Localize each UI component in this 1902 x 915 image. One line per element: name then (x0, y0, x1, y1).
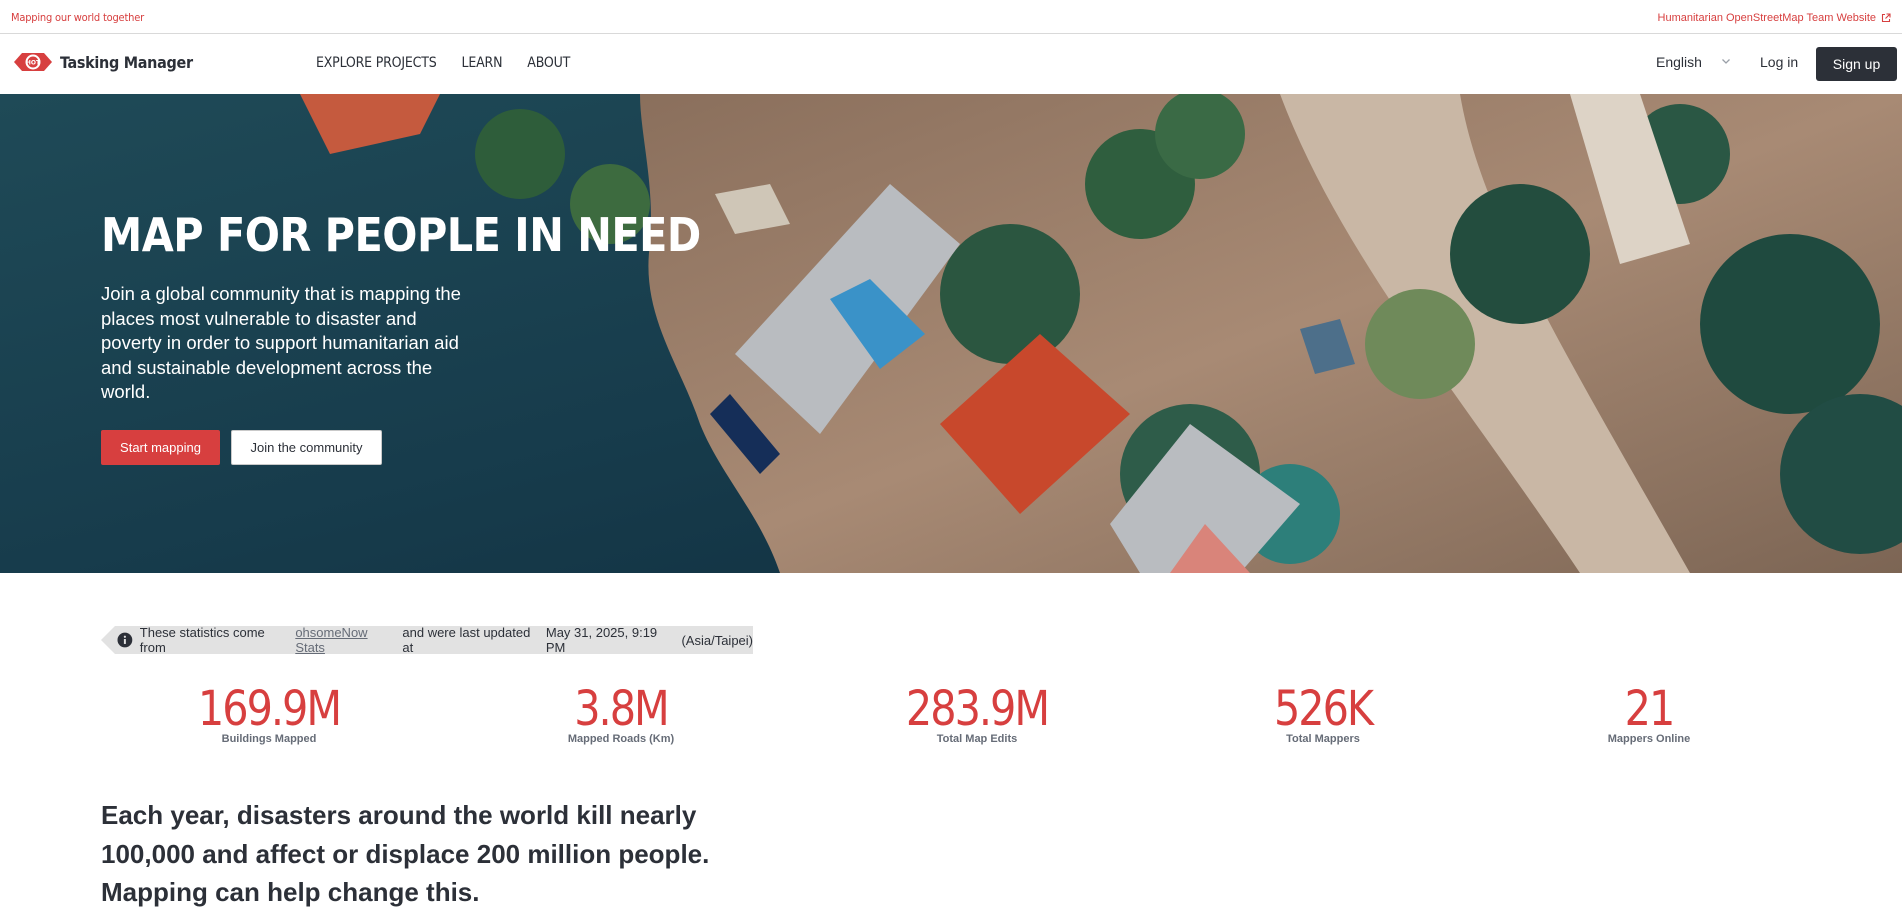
nav-explore-projects[interactable]: EXPLORE PROJECTS (316, 55, 437, 71)
stat-buildings-mapped: 169.9M Buildings Mapped (169, 679, 369, 745)
logo-link[interactable]: HOT Tasking Manager (12, 49, 193, 75)
start-mapping-button[interactable]: Start mapping (101, 430, 220, 465)
stat-value: 21 (1624, 679, 1676, 737)
hot-logo-icon: HOT (14, 53, 52, 71)
chevron-down-icon (1722, 59, 1730, 64)
stat-value: 169.9M (197, 679, 342, 737)
nav-about[interactable]: ABOUT (527, 55, 570, 71)
tagline: Mapping our world together (11, 11, 144, 24)
stat-value: 526K (1273, 679, 1374, 737)
brand-name: Tasking Manager (60, 52, 193, 72)
main-navbar: HOT Tasking Manager EXPLORE PROJECTS LEA… (0, 34, 1902, 94)
mission-statement: Each year, disasters around the world ki… (101, 800, 710, 907)
primary-menu: EXPLORE PROJECTS LEARN ABOUT (316, 55, 570, 71)
login-link[interactable]: Log in (1760, 54, 1798, 70)
stat-total-mappers: 526K Total Mappers (1223, 679, 1423, 745)
stats-note-middle: and were last updated at (402, 625, 531, 655)
stats-source-banner: These statistics come from ohsomeNow Sta… (101, 626, 753, 654)
nav-learn[interactable]: LEARN (462, 55, 503, 71)
stat-roads-mapped: 3.8M Mapped Roads (Km) (521, 679, 721, 745)
stats-updated-date: May 31, 2025, 9:19 PM (545, 625, 658, 655)
stat-mappers-online: 21 Mappers Online (1549, 679, 1749, 745)
stat-value: 283.9M (905, 679, 1050, 737)
logo-text: HOT (26, 60, 41, 67)
stat-value: 3.8M (574, 679, 670, 737)
hot-website-link[interactable]: Humanitarian OpenStreetMap Team Website (1658, 12, 1876, 24)
signup-button[interactable]: Sign up (1816, 47, 1897, 81)
language-selector[interactable]: English (1656, 54, 1730, 70)
hero-section: MAP FOR PEOPLE IN NEED Join a global com… (0, 94, 1902, 573)
stats-timezone: (Asia/Taipei) (681, 632, 753, 648)
stat-total-map-edits: 283.9M Total Map Edits (877, 679, 1077, 745)
hero-title: MAP FOR PEOPLE IN NEED (101, 208, 701, 262)
top-strip: Mapping our world together Humanitarian … (0, 0, 1902, 34)
language-value: English (1656, 54, 1702, 70)
info-icon (117, 632, 133, 648)
external-link-icon[interactable] (1881, 13, 1891, 23)
join-community-button[interactable]: Join the community (231, 430, 382, 465)
ohsome-stats-link[interactable]: ohsomeNow Stats (295, 626, 399, 654)
stats-note-prefix: These statistics come from (139, 625, 265, 655)
hero-subtitle: Join a global community that is mapping … (101, 283, 461, 402)
